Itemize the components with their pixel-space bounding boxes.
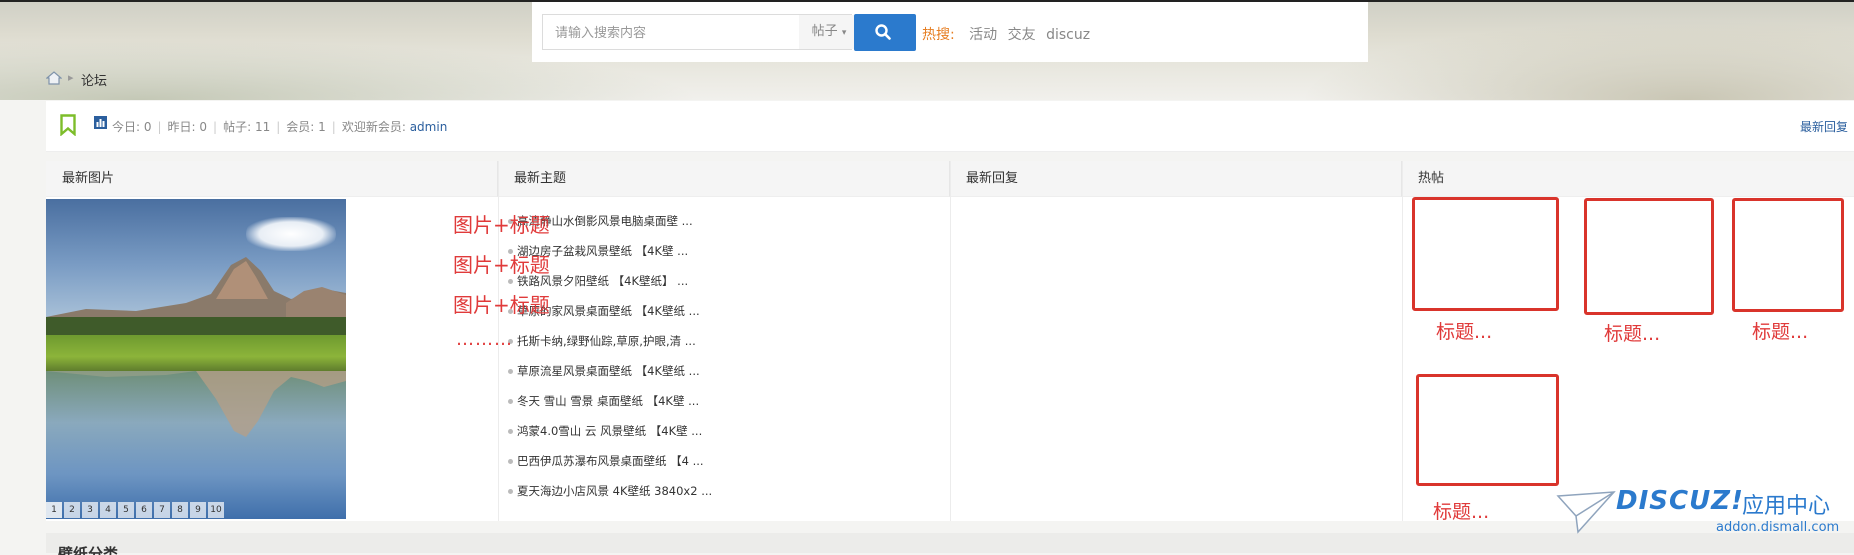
bullet [508,459,513,464]
slide-page-button[interactable]: 7 [154,502,170,518]
search-type-select[interactable]: 帖子 ▾ [799,15,859,49]
forum-stats-bar: 今日: 0 | 昨日: 0 | 帖子: 11 | 会员: 1 | 欢迎新会员: admin 最新… [46,101,1854,152]
breadcrumb-forum[interactable]: 论坛 [81,70,107,89]
list-item[interactable]: 铁路风景夕阳壁纸 【4K壁纸】 ... [508,273,788,303]
hot-search-label: 热搜: [922,27,955,43]
bullet [508,399,513,404]
home-icon[interactable] [46,70,62,86]
stat-posts: 帖子: 11 [223,120,271,134]
search-field-wrapper: 帖子 ▾ [542,14,859,51]
slide-page-button[interactable]: 2 [64,502,80,518]
paper-plane-icon [1556,491,1616,534]
stats-text: 今日: 0 | 昨日: 0 | 帖子: 11 | 会员: 1 | 欢迎新会员: admin [112,120,448,134]
list-item[interactable]: 高清静山水倒影风景电脑桌面壁 ... [508,213,788,243]
list-item[interactable]: 草原的家风景桌面壁纸 【4K壁纸 ... [508,303,788,333]
list-item[interactable]: 草原流星风景桌面壁纸 【4K壁纸 ... [508,363,788,393]
watermark-brand: DISCUZ! [1616,486,1744,516]
hot-thread-image-placeholder[interactable] [1412,197,1559,311]
column-header-latest-images: 最新图片 [46,161,498,197]
bullet [508,279,513,284]
thread-title[interactable]: 托斯卡纳,绿野仙踪,草原,护眼,清 ... [517,333,696,349]
list-item[interactable]: 巴西伊瓜苏瀑布风景桌面壁纸 【4 ... [508,453,788,483]
annotation-image-title: 图片+标题 [453,293,550,317]
latest-replies-link[interactable]: 最新回复 [1800,118,1848,135]
bullet [508,429,513,434]
column-divider [950,161,951,521]
slide-meadow [46,335,346,371]
stat-today: 今日: 0 [112,120,152,134]
list-item[interactable]: 夏天海边小店风景 4K壁纸 3840x2 ... [508,483,788,513]
thread-title[interactable]: 夏天海边小店风景 4K壁纸 3840x2 ... [517,483,712,499]
search-type-label: 帖子 [811,24,838,39]
hot-thread-title[interactable]: 标题... [1436,317,1492,344]
bookmark-icon[interactable] [60,114,76,136]
slide-page-button[interactable]: 5 [118,502,134,518]
slide-page-button[interactable]: 8 [172,502,188,518]
hot-searches: 热搜: 活动 交友 discuz [922,24,1090,44]
search-icon [875,24,891,40]
bullet [508,369,513,374]
list-item[interactable]: 冬天 雪山 雪景 桌面壁纸 【4K壁 ... [508,393,788,423]
hot-search-link[interactable]: 活动 [969,27,997,43]
stat-yesterday: 昨日: 0 [167,120,208,134]
slide-page-button[interactable]: 3 [82,502,98,518]
slide-page-button[interactable]: 4 [100,502,116,518]
search-button[interactable] [854,14,916,51]
watermark-url: addon.dismall.com [1716,520,1840,535]
annotation-ellipsis: ……… [456,329,513,350]
list-item[interactable]: 鸿蒙4.0雪山 云 风景壁纸 【4K壁 ... [508,423,788,453]
hot-search-link[interactable]: discuz [1046,27,1090,43]
forum-overview-panel: 最新图片 最新主题 最新回复 热帖 1 2 3 4 5 6 7 8 9 10 高清静山水倒影风景电… [46,161,1854,524]
column-divider [1402,161,1403,521]
slide-page-button[interactable]: 6 [136,502,152,518]
column-header-latest-replies: 最新回复 [950,161,1402,197]
hot-search-link[interactable]: 交友 [1008,27,1036,43]
thread-title[interactable]: 草原流星风景桌面壁纸 【4K壁纸 ... [517,363,700,379]
column-header-latest-threads: 最新主题 [498,161,950,197]
hot-thread-image-placeholder[interactable] [1416,374,1559,486]
slide-reflection [46,371,346,437]
list-item[interactable]: 托斯卡纳,绿野仙踪,草原,护眼,清 ... [508,333,788,363]
annotation-image-title: 图片+标题 [453,213,550,237]
new-member-link[interactable]: admin [410,120,448,134]
column-header-hot-threads: 热帖 [1402,161,1854,197]
thread-title[interactable]: 鸿蒙4.0雪山 云 风景壁纸 【4K壁 ... [517,423,702,439]
bullet [508,489,513,494]
slide-mountains [46,257,346,339]
watermark-title: 应用中心 [1742,494,1831,519]
search-input[interactable] [553,15,747,51]
hot-thread-image-placeholder[interactable] [1584,198,1714,315]
hot-thread-title[interactable]: 标题... [1604,319,1660,346]
bar-chart-icon [94,116,107,129]
slide-page-button[interactable]: 1 [46,502,62,518]
hot-thread-title[interactable]: 标题... [1752,317,1808,344]
hot-thread-title[interactable]: 标题... [1433,497,1489,524]
welcome-label: 欢迎新会员: [341,120,406,134]
latest-threads-list: 高清静山水倒影风景电脑桌面壁 ... 湖边房子盆栽风景壁纸 【4K壁 ... 铁… [508,213,788,513]
slide-page-button[interactable]: 9 [190,502,206,518]
slide-page-button[interactable]: 10 [208,502,224,518]
slideshow-pager: 1 2 3 4 5 6 7 8 9 10 [46,501,226,519]
category-section: 壁纸分类 [46,533,1854,555]
thread-title[interactable]: 冬天 雪山 雪景 桌面壁纸 【4K壁 ... [517,393,699,409]
annotation-image-title: 图片+标题 [453,253,550,277]
hot-thread-image-placeholder[interactable] [1732,198,1844,312]
watermark: DISCUZ! 应用中心 addon.dismall.com [1556,486,1854,536]
search-panel: 帖子 ▾ 热搜: 活动 交友 discuz [532,2,1368,62]
thread-title[interactable]: 巴西伊瓜苏瀑布风景桌面壁纸 【4 ... [517,453,704,469]
caret-down-icon: ▾ [841,28,847,38]
latest-image-slideshow[interactable]: 1 2 3 4 5 6 7 8 9 10 [46,199,346,519]
stat-members: 会员: 1 [286,120,326,134]
list-item[interactable]: 湖边房子盆栽风景壁纸 【4K壁 ... [508,243,788,273]
section-title: 壁纸分类 [58,545,119,555]
chevron-right-icon: ▸ [68,71,74,84]
banner-hills-right [1300,20,1854,100]
